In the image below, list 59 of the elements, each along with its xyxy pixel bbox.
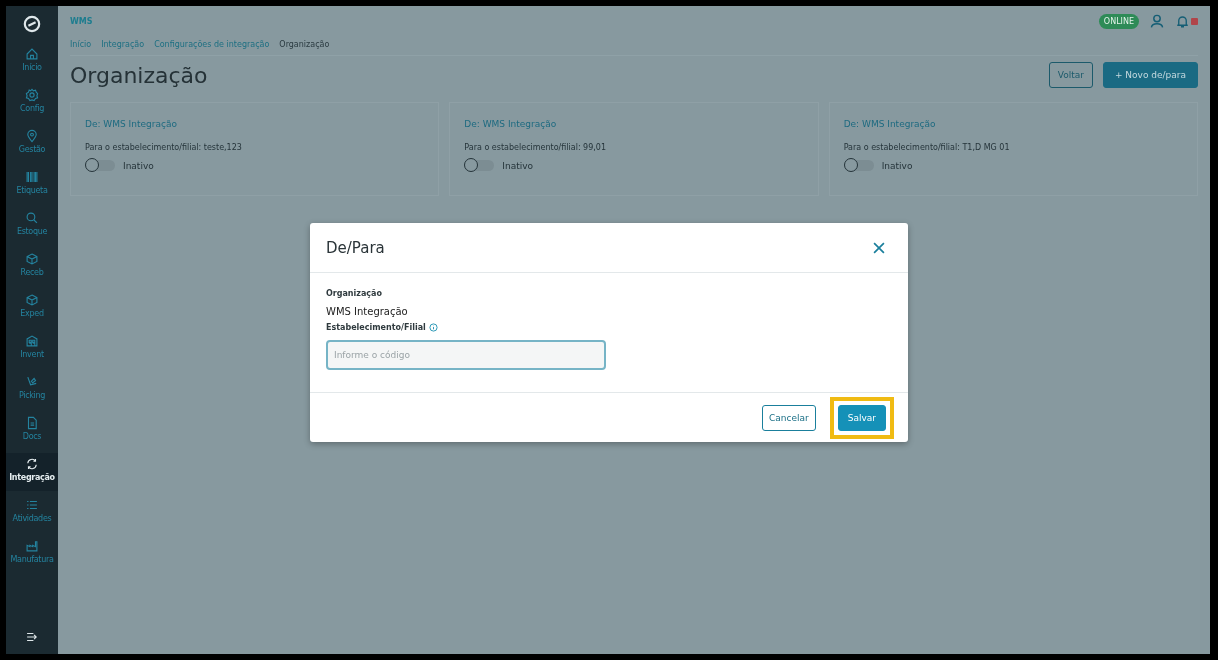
info-icon[interactable] <box>428 323 438 332</box>
field-label: Organização <box>326 289 383 298</box>
card-detail: Para o estabelecimento/filial: T1,D MG 01 <box>843 143 1011 152</box>
user-icon[interactable] <box>1149 13 1165 29</box>
expand-menu-icon[interactable] <box>25 630 39 644</box>
sync-icon <box>25 457 39 471</box>
field-value: WMS Integração <box>326 306 409 317</box>
app-title: WMS <box>70 16 94 26</box>
card-detail: Para o estabelecimento/filial: teste,123 <box>85 143 243 152</box>
card-title: De: WMS Integração <box>843 119 937 129</box>
input-field[interactable]: Informe o código <box>326 340 606 370</box>
sidebar-item[interactable]: Docs <box>6 412 58 450</box>
sidebar-item[interactable]: Config <box>6 84 58 122</box>
sidebar-item[interactable]: Atividades <box>6 494 58 532</box>
status-badge: ONLINE <box>1098 13 1139 29</box>
location-pin-icon <box>25 129 39 143</box>
factory-icon <box>25 539 39 553</box>
save-button[interactable]: Salvar <box>837 404 886 431</box>
back-button[interactable]: Voltar <box>1048 62 1093 88</box>
logo-icon <box>23 15 41 33</box>
card-title: De: WMS Integração <box>464 119 558 129</box>
sidebar-item[interactable]: Início <box>6 43 58 81</box>
sidebar-item[interactable]: Integração <box>6 453 58 491</box>
sidebar-item[interactable]: Estoque <box>6 207 58 245</box>
new-button[interactable]: + Novo de/para <box>1102 62 1198 88</box>
sidebar-item[interactable]: Gestão <box>6 125 58 163</box>
card-title: De: WMS Integração <box>85 119 178 129</box>
home-icon <box>25 47 39 61</box>
sidebar-item[interactable]: Exped <box>6 289 58 327</box>
search-icon <box>25 211 39 225</box>
barcode-icon <box>25 170 39 184</box>
toggle-label: Inativo <box>502 160 534 171</box>
field-label: Estabelecimento/Filial <box>326 323 426 332</box>
toggle-switch[interactable] <box>85 160 115 171</box>
toggle-label: Inativo <box>881 160 913 171</box>
box-icon <box>25 252 39 266</box>
card-detail: Para o estabelecimento/filial: 99,01 <box>464 143 608 152</box>
sidebar-item[interactable]: Picking <box>6 371 58 409</box>
sidebar-item[interactable]: Receb <box>6 248 58 286</box>
dialog-title: De/Para <box>326 238 385 257</box>
close-icon[interactable] <box>872 240 886 255</box>
sidebar-item[interactable]: Etiqueta <box>6 166 58 204</box>
list-icon <box>25 498 39 512</box>
toggle-switch[interactable] <box>843 160 874 171</box>
toggle-label: Inativo <box>123 160 154 171</box>
breadcrumb-link[interactable]: Integração <box>101 40 145 49</box>
box-icon <box>25 293 39 307</box>
breadcrumb-link[interactable]: Início <box>70 40 92 49</box>
page-title: Organização <box>70 62 209 88</box>
building-icon <box>25 334 39 348</box>
sidebar-item[interactable]: Manufatura <box>6 535 58 573</box>
breadcrumb-link[interactable]: Configurações de integração <box>154 40 270 49</box>
cancel-button[interactable]: Cancelar <box>762 404 816 431</box>
notification-icon <box>1191 17 1198 25</box>
sidebar-item[interactable]: Invent <box>6 330 58 368</box>
bell-icon[interactable] <box>1175 13 1190 29</box>
gear-icon <box>25 88 39 102</box>
toggle-switch[interactable] <box>464 160 495 171</box>
document-icon <box>25 416 39 430</box>
